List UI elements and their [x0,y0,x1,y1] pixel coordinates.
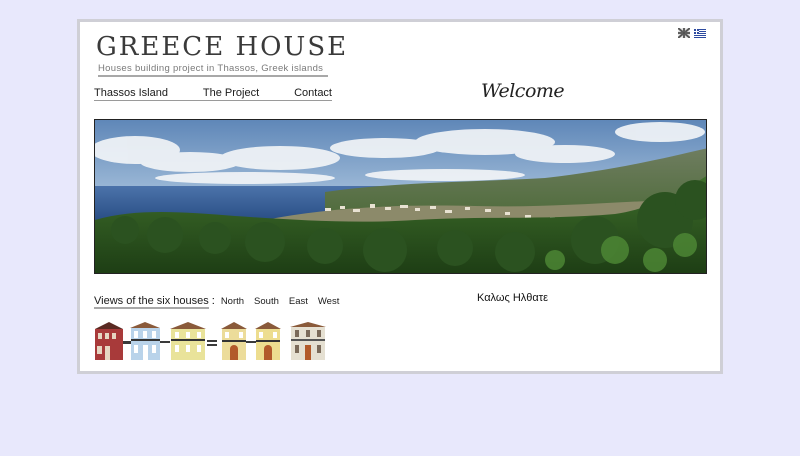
house-5-thumbnail[interactable] [255,322,281,360]
main-nav: Thassos Island The Project Contact [94,87,332,101]
views-separator: : [211,295,215,307]
site-subtitle: Houses building project in Thassos, Gree… [98,63,328,77]
house-6-thumbnail[interactable] [290,322,326,360]
view-west-link[interactable]: West [318,296,339,307]
view-south-link[interactable]: South [254,296,279,307]
thassos-panorama-image [94,119,707,274]
view-east-link[interactable]: East [289,296,308,307]
house-views-nav: Views of the six houses : North South Ea… [94,295,349,309]
site-logo[interactable]: GREECE HOUSE Houses building project in … [96,32,348,77]
english-flag-icon[interactable] [677,25,691,43]
nav-link-thassos-island[interactable]: Thassos Island [94,87,168,99]
site-title: GREECE HOUSE [96,32,349,62]
greek-flag-icon[interactable] [694,25,706,43]
six-houses-illustration [94,321,329,366]
view-north-link[interactable]: North [221,296,244,307]
house-4-thumbnail[interactable] [221,322,247,360]
nav-link-the-project[interactable]: The Project [203,87,259,99]
views-label: Views of the six houses [94,295,209,309]
house-1-thumbnail[interactable] [95,322,123,360]
greek-welcome-text: Καλως Ηλθατε [477,292,549,304]
house-3-thumbnail[interactable] [170,322,206,360]
nav-link-contact[interactable]: Contact [294,87,332,99]
welcome-heading: Welcome [481,80,565,102]
house-2-thumbnail[interactable] [130,322,160,360]
